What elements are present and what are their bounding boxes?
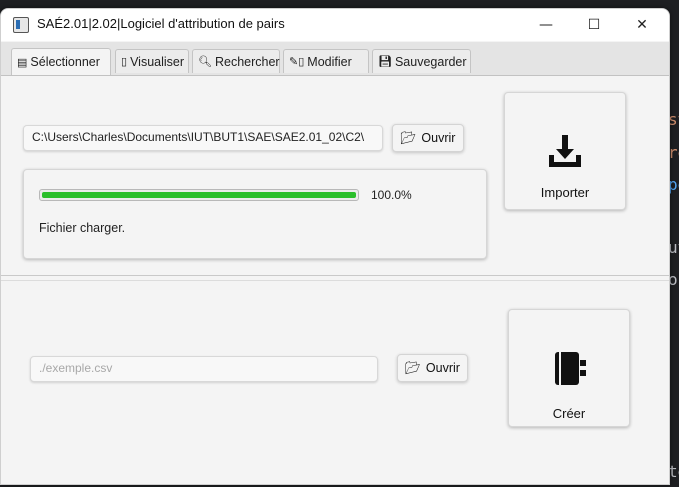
edit-icon: ✎▯ — [289, 56, 305, 68]
import-button[interactable]: Importer — [504, 92, 626, 210]
table-icon: ▯ — [121, 56, 128, 68]
create-open-button[interactable]: 📂︎ Ouvrir — [397, 354, 468, 382]
folder-open-icon: 📂︎ — [405, 360, 421, 375]
maximize-icon: ☐ — [587, 17, 601, 33]
progress-panel: 100.0% Fichier charger. — [23, 169, 487, 259]
tab-label: Sauvegarder — [394, 54, 467, 69]
title-bar: SAÉ2.01|2.02|Logiciel d'attribution de p… — [1, 9, 669, 41]
notebook-icon — [555, 352, 586, 385]
section-divider — [1, 275, 669, 276]
create-open-label: Ouvrir — [425, 361, 460, 375]
create-path-input[interactable] — [39, 361, 369, 375]
import-label: Importer — [540, 185, 590, 200]
progress-percent: 100.0% — [371, 188, 412, 202]
close-button[interactable]: ✕ — [619, 9, 665, 41]
tab-rechercher[interactable]: 🔍︎ Rechercher — [192, 49, 280, 73]
create-label: Créer — [552, 406, 586, 421]
tab-label: Modifier — [307, 54, 352, 69]
minimize-icon: — — [539, 17, 553, 33]
tab-label: Visualiser — [130, 54, 185, 69]
folder-open-icon: 📂︎ — [400, 130, 417, 145]
status-text: Fichier charger. — [39, 221, 126, 235]
save-icon: 💾︎ — [378, 56, 392, 68]
window-title: SAÉ2.01|2.02|Logiciel d'attribution de p… — [37, 16, 285, 31]
file-icon: ▤ — [17, 56, 28, 69]
search-icon: 🔍︎ — [198, 56, 212, 68]
tab-visualiser[interactable]: ▯ Visualiser — [115, 49, 189, 73]
tab-sauvegarder[interactable]: 💾︎ Sauvegarder — [372, 49, 471, 73]
progress-bar — [39, 189, 359, 201]
app-icon — [13, 17, 29, 33]
maximize-button[interactable]: ☐ — [571, 9, 617, 41]
tab-modifier[interactable]: ✎▯ Modifier — [283, 49, 369, 73]
section-divider — [1, 280, 669, 281]
import-open-label: Ouvrir — [421, 131, 456, 145]
minimize-button[interactable]: — — [523, 9, 569, 41]
create-button[interactable]: Créer — [508, 309, 630, 427]
download-icon — [549, 135, 581, 167]
tab-selectionner[interactable]: ▤ Sélectionner — [11, 48, 111, 75]
import-path-field[interactable]: C:\Users\Charles\Documents\IUT\BUT1\SAE\… — [23, 125, 383, 151]
create-path-field[interactable] — [30, 356, 378, 382]
close-icon: ✕ — [636, 17, 648, 33]
app-window: SAÉ2.01|2.02|Logiciel d'attribution de p… — [0, 8, 670, 485]
tab-label: Sélectionner — [30, 55, 100, 69]
tab-label: Rechercher — [214, 54, 280, 69]
tab-bar: ▤ Sélectionner ▯ Visualiser 🔍︎ Recherche… — [1, 42, 669, 76]
progress-bar-fill — [42, 192, 356, 198]
import-open-button[interactable]: 📂︎ Ouvrir — [392, 124, 464, 152]
import-path-value: C:\Users\Charles\Documents\IUT\BUT1\SAE\… — [32, 130, 365, 144]
